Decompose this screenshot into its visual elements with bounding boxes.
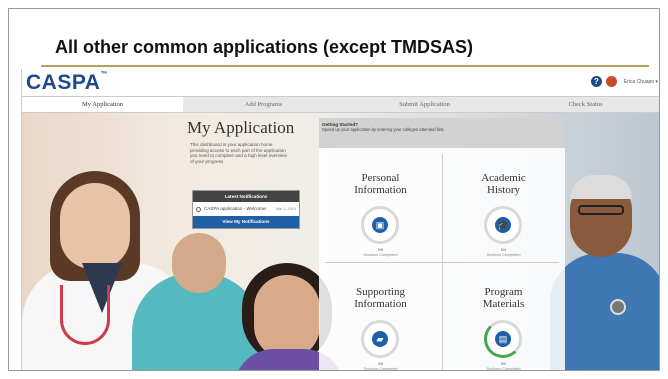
intro-panel: My Application This dashboard is your ap… bbox=[187, 118, 302, 164]
main-nav: My Application Add Programs Submit Appli… bbox=[22, 96, 659, 113]
section-grid: Personal Information ▣ 0/9 Sections Compl… bbox=[319, 148, 565, 371]
notification-bell-icon bbox=[196, 207, 201, 212]
progress-ring: ▤ bbox=[484, 320, 522, 358]
tab-submit-application[interactable]: Submit Application bbox=[344, 97, 505, 112]
tab-add-programs[interactable]: Add Programs bbox=[183, 97, 344, 112]
tile-title-line1: Program bbox=[484, 286, 523, 298]
slide-frame: All other common applications (except TM… bbox=[8, 8, 660, 371]
header-user-area: ? Erica Chuapo ▾ bbox=[590, 76, 658, 87]
logo-trademark: ™ bbox=[100, 71, 108, 78]
view-notifications-button[interactable]: View My Notifications bbox=[193, 216, 299, 228]
tile-title-line1: Academic bbox=[481, 172, 526, 184]
tab-my-application[interactable]: My Application bbox=[22, 97, 183, 112]
user-menu[interactable]: Erica Chuapo ▾ bbox=[624, 79, 658, 85]
sections-count: 0/9 bbox=[377, 248, 384, 252]
tile-program-materials[interactable]: Program Materials ▤ 0/0 Sections Complete… bbox=[442, 262, 565, 371]
book-icon: ▤ bbox=[495, 331, 511, 347]
getting-started-text: Speed up your application by entering yo… bbox=[322, 127, 445, 132]
tile-title: Personal Information bbox=[319, 172, 442, 196]
student-face bbox=[254, 275, 320, 359]
tab-check-status[interactable]: Check Status bbox=[505, 97, 659, 112]
notification-item[interactable]: CASPA application - Welcome! Mar 1, 2019 bbox=[193, 202, 299, 216]
graduation-cap-icon: 🎓 bbox=[495, 217, 511, 233]
logo-text: CASPA bbox=[26, 71, 101, 94]
sections-label: Sections Completed bbox=[486, 253, 521, 257]
id-card-icon: ▣ bbox=[372, 217, 388, 233]
sections-label: Sections Completed bbox=[486, 367, 521, 371]
caspa-logo[interactable]: CASPA™ bbox=[26, 71, 108, 95]
notification-date: Mar 1, 2019 bbox=[275, 207, 296, 211]
intro-description: This dashboard is your application home … bbox=[190, 142, 287, 164]
tile-title: Program Materials bbox=[442, 286, 565, 310]
notifications-panel: Latest Notifications CASPA application -… bbox=[192, 190, 300, 229]
tile-title-line1: Personal bbox=[361, 172, 400, 184]
progress-ring: 🎓 bbox=[484, 206, 522, 244]
notification-text: CASPA application - Welcome! bbox=[204, 206, 267, 211]
tile-academic-history[interactable]: Academic History 🎓 0/4 Sections Completed bbox=[442, 148, 565, 262]
sections-label: Sections Completed bbox=[363, 367, 398, 371]
slide-title: All other common applications (except TM… bbox=[55, 37, 474, 57]
sections-count: 0/4 bbox=[500, 248, 507, 252]
physician-scrubs bbox=[550, 253, 659, 370]
tile-title-line2: Information bbox=[354, 298, 407, 310]
tile-title-line2: Materials bbox=[482, 298, 525, 310]
progress-ring: ▣ bbox=[361, 206, 399, 244]
help-icon[interactable]: ? bbox=[590, 76, 602, 87]
sections-count: 0/6 bbox=[377, 362, 384, 366]
doctor-face bbox=[60, 183, 130, 269]
physician-glasses bbox=[578, 205, 624, 215]
sections-count: 0/0 bbox=[500, 362, 507, 366]
tile-personal-information[interactable]: Personal Information ▣ 0/9 Sections Compl… bbox=[319, 148, 442, 262]
title-divider bbox=[41, 65, 649, 67]
tile-title-line2: History bbox=[487, 184, 520, 196]
tile-title-line1: Supporting bbox=[356, 286, 405, 298]
physician-stethoscope bbox=[610, 299, 626, 315]
tile-title: Academic History bbox=[442, 172, 565, 196]
tile-title: Supporting Information bbox=[319, 286, 442, 310]
nurse-face bbox=[172, 233, 226, 293]
folder-icon: ▰ bbox=[372, 331, 388, 347]
tile-title-line2: Information bbox=[354, 184, 407, 196]
physician-hair bbox=[570, 175, 632, 199]
notifications-header: Latest Notifications bbox=[193, 191, 299, 202]
stethoscope bbox=[60, 285, 110, 345]
page-title: My Application bbox=[187, 118, 295, 137]
notification-content: CASPA application - Welcome! bbox=[196, 206, 267, 212]
progress-ring: ▰ bbox=[361, 320, 399, 358]
tile-supporting-information[interactable]: Supporting Information ▰ 0/6 Sections Com… bbox=[319, 262, 442, 371]
sections-label: Sections Completed bbox=[363, 253, 398, 257]
caspa-screenshot: CASPA™ ? Erica Chuapo ▾ My Application A… bbox=[21, 69, 659, 371]
getting-started-banner: Getting Started? Speed up your applicati… bbox=[319, 118, 565, 148]
user-avatar-icon[interactable] bbox=[605, 76, 617, 87]
app-header: CASPA™ ? Erica Chuapo ▾ bbox=[22, 69, 659, 96]
